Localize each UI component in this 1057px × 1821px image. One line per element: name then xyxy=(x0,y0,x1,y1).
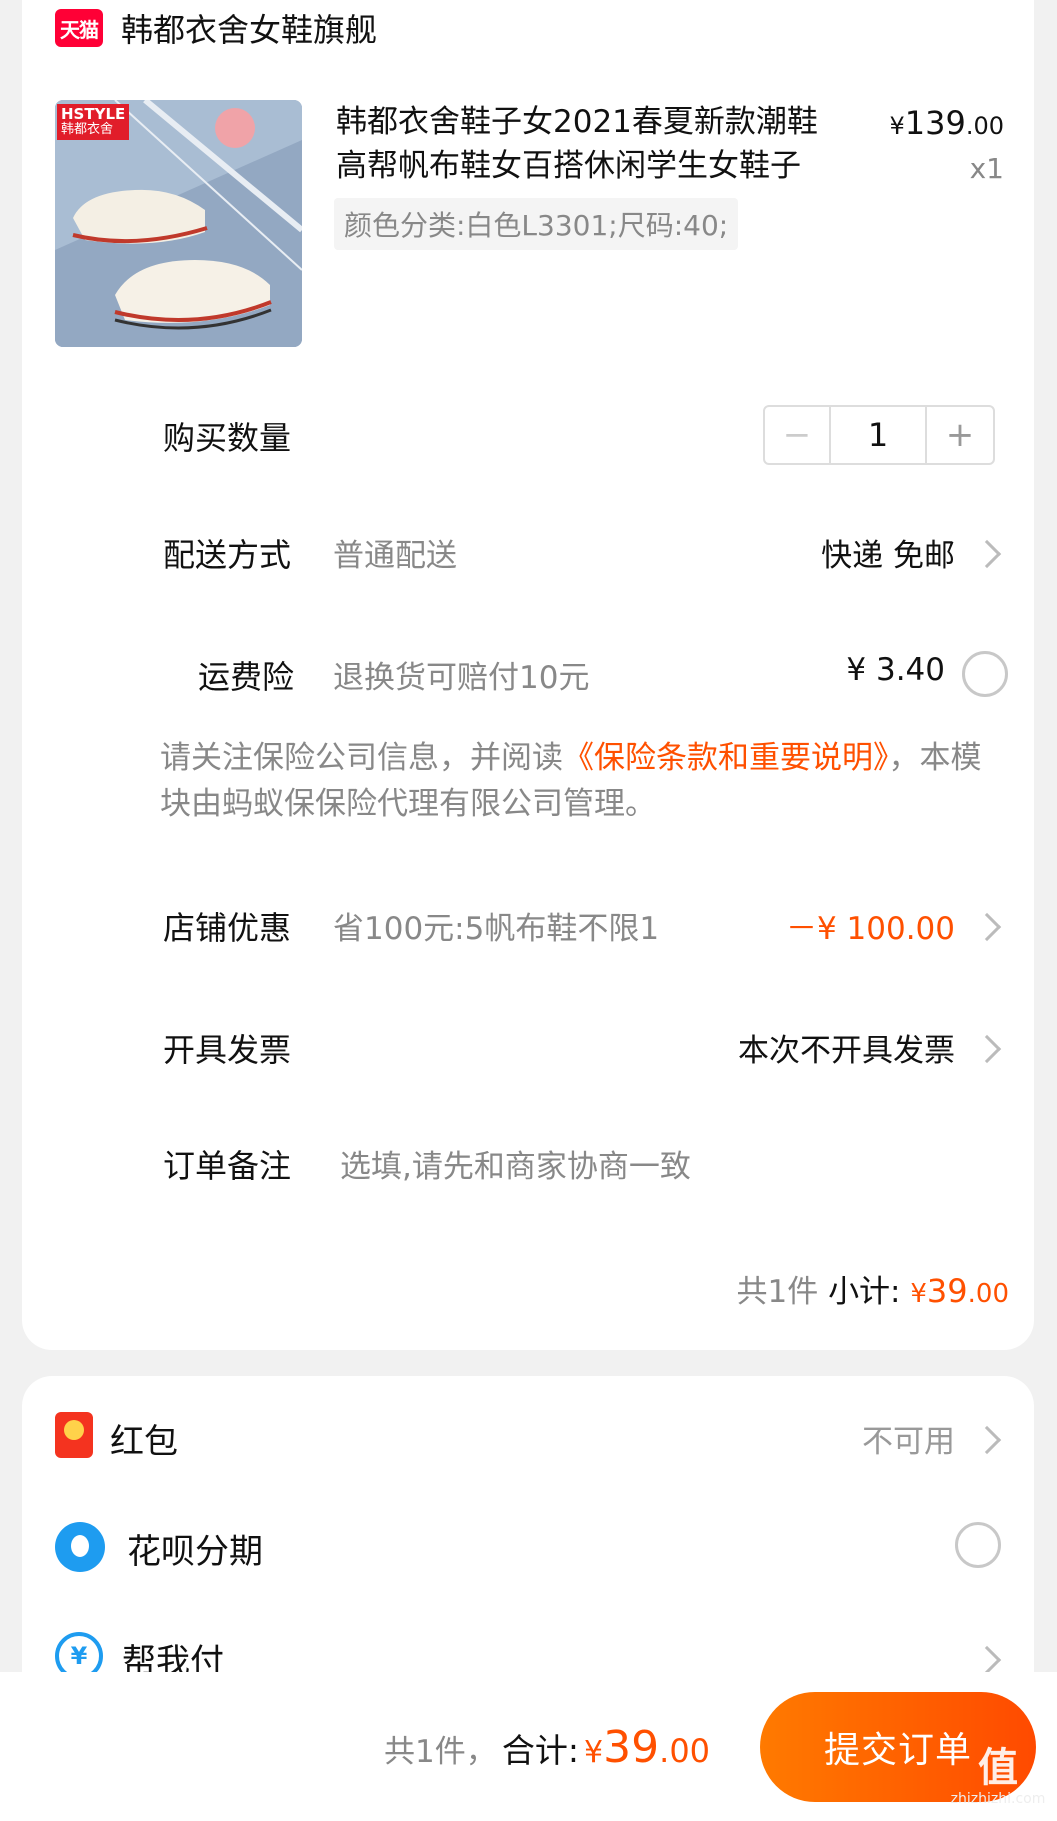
huabei-icon xyxy=(55,1522,105,1572)
subtotal-integer: 39 xyxy=(926,1272,968,1310)
watermark-text: 值 xyxy=(978,1745,1018,1791)
insurance-terms-link[interactable]: 《保险条款和重要说明》 xyxy=(563,740,889,776)
sku-chip[interactable]: 颜色分类:白色L3301;尺码:40; xyxy=(334,198,739,250)
site-watermark: 值 zhizhizhi.com xyxy=(943,1745,1053,1815)
hongbao-row[interactable]: 红包 不可用 xyxy=(0,1400,1057,1470)
remark-input[interactable]: 选填,请先和商家协商一致 xyxy=(340,1141,691,1186)
invoice-label: 开具发票 xyxy=(163,1031,292,1069)
huabei-radio[interactable] xyxy=(955,1522,1001,1568)
store-header[interactable]: 天猫 韩都衣舍女鞋旗舰 xyxy=(55,6,377,50)
shipping-value: 快递 免邮 xyxy=(821,538,955,574)
quantity-label: 购买数量 xyxy=(163,419,292,457)
store-name: 韩都衣舍女鞋旗舰 xyxy=(121,11,378,49)
total-label: 合计: xyxy=(501,1731,579,1770)
total-summary: 共1件， 合计: ¥39.00 xyxy=(384,1722,710,1773)
tmall-badge: 天猫 xyxy=(55,9,103,47)
remark-row: 订单备注 选填,请先和商家协商一致 xyxy=(0,1133,1057,1193)
discount-value: －¥ 100.00 xyxy=(785,911,955,947)
insurance-label: 运费险 xyxy=(198,658,295,696)
subtotal-count: 共1件 xyxy=(736,1274,819,1310)
total-integer: 39 xyxy=(603,1722,660,1773)
invoice-row[interactable]: 开具发票 本次不开具发票 xyxy=(0,1017,1057,1077)
price-currency: ¥ xyxy=(889,112,905,140)
checkout-bar: 共1件， 合计: ¥39.00 提交订单 值 zhizhizhi.com xyxy=(0,1672,1057,1821)
chevron-right-icon xyxy=(972,1425,1002,1455)
subtotal-label: 小计: xyxy=(828,1274,901,1310)
discount-desc: 省100元:5帆布鞋不限1 xyxy=(333,911,660,947)
store-discount-row[interactable]: 店铺优惠 省100元:5帆布鞋不限1 －¥ 100.00 xyxy=(0,895,1057,955)
price-integer: 139 xyxy=(904,104,966,142)
total-count: 共1件， xyxy=(384,1734,497,1770)
brand-logo-subtext: 韩都衣舍 xyxy=(61,122,114,137)
insurance-note: 请关注保险公司信息，并阅读《保险条款和重要说明》，本模块由蚂蚁保保险代理有限公司… xyxy=(160,735,1010,827)
hongbao-label: 红包 xyxy=(110,1422,178,1462)
insurance-price: ¥ 3.40 xyxy=(846,652,945,688)
chevron-right-icon xyxy=(972,912,1002,942)
huabei-row[interactable]: 花呗分期 xyxy=(0,1510,1057,1580)
discount-label: 店铺优惠 xyxy=(163,909,292,947)
note-text: 请关注保险公司信息，并阅读 xyxy=(160,740,563,776)
huabei-label: 花呗分期 xyxy=(127,1532,263,1572)
product-price: ¥139.00 xyxy=(880,104,1004,142)
remark-label: 订单备注 xyxy=(163,1147,292,1185)
chevron-right-icon xyxy=(972,1034,1002,1064)
order-confirm-page: 天猫 韩都衣舍女鞋旗舰 HSTYLE 韩都衣舍 韩都衣舍鞋子女2021春夏新款潮… xyxy=(0,0,1057,1821)
invoice-value: 本次不开具发票 xyxy=(738,1033,955,1069)
product-quantity: x1 xyxy=(969,152,1004,185)
red-packet-icon xyxy=(55,1412,93,1458)
chevron-right-icon xyxy=(972,1645,1002,1675)
product-thumbnail[interactable]: HSTYLE 韩都衣舍 xyxy=(55,100,302,347)
subtotal-amount: ¥39.00 xyxy=(910,1272,1009,1310)
insurance-desc: 退换货可赔付10元 xyxy=(333,660,590,696)
brand-logo: HSTYLE 韩都衣舍 xyxy=(57,104,130,140)
total-amount: ¥39.00 xyxy=(584,1722,710,1773)
brand-logo-text: HSTYLE xyxy=(61,105,126,123)
increment-button[interactable]: + xyxy=(927,407,993,463)
watermark-site: zhizhizhi.com xyxy=(950,1791,1046,1807)
shipping-row[interactable]: 配送方式 普通配送 快递 免邮 xyxy=(0,522,1057,582)
chevron-right-icon xyxy=(972,539,1002,569)
subtotal-currency: ¥ xyxy=(910,1279,927,1309)
subtotal-decimal: .00 xyxy=(967,1279,1009,1309)
decrement-button[interactable]: − xyxy=(765,407,831,463)
insurance-radio[interactable] xyxy=(962,651,1008,697)
total-currency: ¥ xyxy=(584,1735,604,1770)
total-decimal: .00 xyxy=(659,1732,711,1770)
quantity-stepper[interactable]: − 1 + xyxy=(763,405,995,465)
product-title[interactable]: 韩都衣舍鞋子女2021春夏新款潮鞋高帮帆布鞋女百搭休闲学生女鞋子 xyxy=(336,100,846,188)
subtotal: 共1件 小计: ¥39.00 xyxy=(736,1266,1009,1311)
hongbao-value: 不可用 xyxy=(862,1424,955,1460)
shipping-label: 配送方式 xyxy=(163,536,292,574)
price-decimal: .00 xyxy=(965,112,1004,140)
insurance-row[interactable]: 运费险 退换货可赔付10元 ¥ 3.40 xyxy=(0,644,1057,704)
shipping-desc: 普通配送 xyxy=(333,538,457,574)
quantity-value[interactable]: 1 xyxy=(831,407,927,463)
